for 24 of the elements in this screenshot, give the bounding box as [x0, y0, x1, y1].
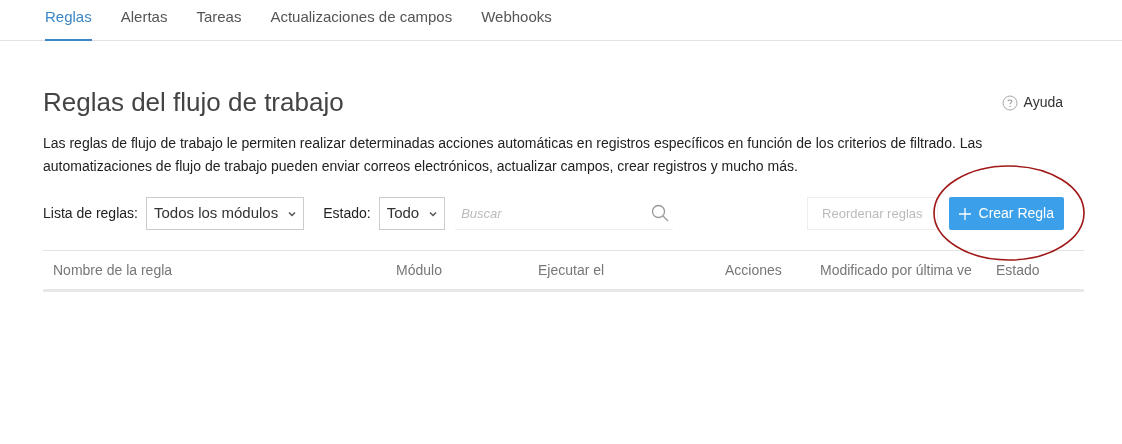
caret-icon	[429, 210, 438, 217]
search-field[interactable]: Buscar	[455, 197, 674, 230]
help-icon[interactable]	[1001, 94, 1018, 111]
column-header: Estado	[996, 260, 1041, 280]
filter-label: Estado:	[323, 204, 371, 223]
column-header: Ejecutar el	[538, 260, 606, 280]
help-link[interactable]: Ayuda	[1023, 92, 1063, 113]
search-icon[interactable]	[651, 204, 670, 222]
column-header: Acciones	[725, 260, 783, 280]
plus-icon	[958, 207, 971, 220]
tab[interactable]: Webhooks	[481, 5, 552, 40]
filter-dropdown[interactable]: Todos los módulos	[145, 197, 305, 230]
caret-icon	[288, 210, 297, 217]
description: Las reglas de flujo de trabajo le permiten realizar determinadas acciones automáticas en registros específicos en función de los criterios de filtrado. Las automatizaciones de flujo de trabajo pueden enviar correos electrónicos, actualizar campos, crear registros y mucho más.	[43, 134, 984, 176]
column-header: Nombre de la regla	[52, 260, 174, 280]
tab[interactable]: Reglas	[45, 5, 92, 41]
column-header: Modificado por última ve	[820, 260, 973, 280]
page-title: Reglas del flujo de trabajo	[43, 86, 344, 119]
column-header: Módulo	[396, 260, 443, 280]
tab[interactable]: Tareas	[196, 5, 242, 40]
filter-label: Lista de reglas:	[43, 204, 138, 223]
tab[interactable]: Alertas	[120, 5, 168, 40]
tab[interactable]: Actualizaciones de campos	[270, 5, 453, 40]
filter-dropdown[interactable]: Todo	[378, 197, 446, 230]
